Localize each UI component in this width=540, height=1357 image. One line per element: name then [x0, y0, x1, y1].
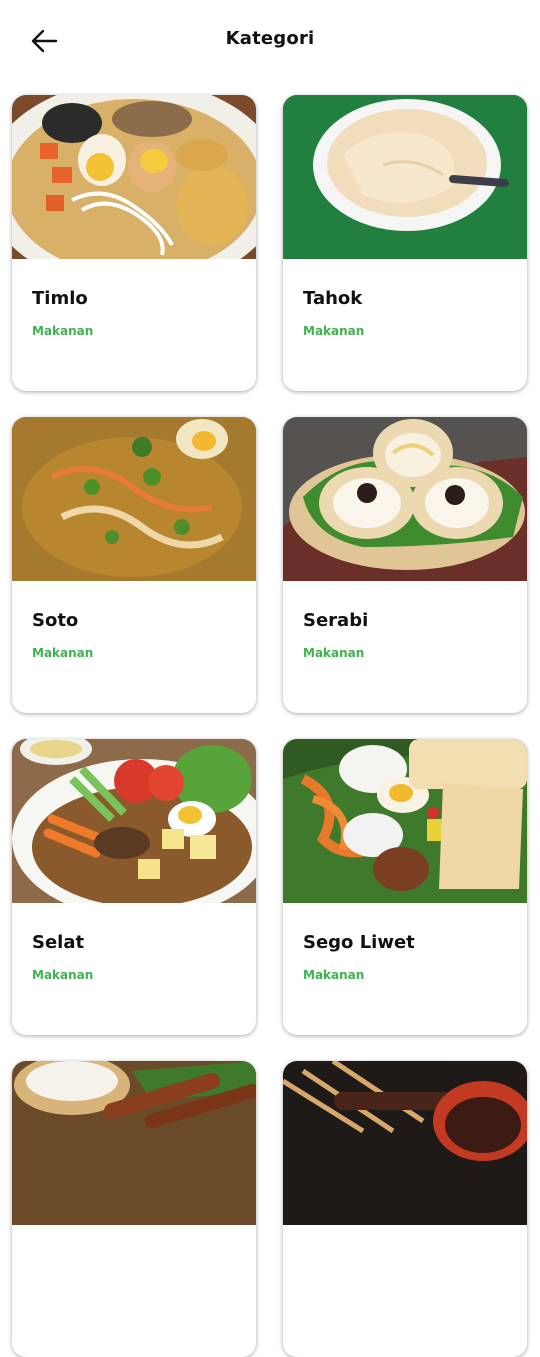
food-photo-soto — [12, 417, 256, 581]
card-category: Makanan — [303, 324, 365, 338]
card-title: Serabi — [303, 610, 369, 631]
category-card-selat[interactable]: Selat Makanan — [12, 739, 256, 1035]
card-category: Makanan — [32, 646, 94, 660]
category-card-partial-1[interactable] — [12, 1061, 256, 1357]
category-card-sego-liwet[interactable]: Sego Liwet Makanan — [283, 739, 527, 1035]
category-card-tahok[interactable]: Tahok Makanan — [283, 95, 527, 391]
food-photo-serabi — [283, 417, 527, 581]
card-title: Selat — [32, 932, 85, 953]
food-photo-tahok — [283, 95, 527, 259]
category-card-timlo[interactable]: Timlo Makanan — [12, 95, 256, 391]
food-photo-timlo — [12, 95, 256, 259]
card-category: Makanan — [32, 968, 94, 982]
card-title: Sego Liwet — [303, 932, 415, 953]
card-title: Timlo — [32, 288, 88, 309]
food-photo-sego-liwet — [283, 739, 527, 903]
card-category: Makanan — [303, 968, 365, 982]
food-photo-sate — [12, 1061, 256, 1225]
card-title: Soto — [32, 610, 79, 631]
page-title: Kategori — [225, 28, 315, 49]
category-card-partial-2[interactable] — [283, 1061, 527, 1357]
app-header: Kategori — [0, 0, 540, 80]
food-photo-selat — [12, 739, 256, 903]
card-title: Tahok — [303, 288, 363, 309]
card-category: Makanan — [303, 646, 365, 660]
card-category: Makanan — [32, 324, 94, 338]
category-card-serabi[interactable]: Serabi Makanan — [283, 417, 527, 713]
category-card-soto[interactable]: Soto Makanan — [12, 417, 256, 713]
food-photo-sate-2 — [283, 1061, 527, 1225]
